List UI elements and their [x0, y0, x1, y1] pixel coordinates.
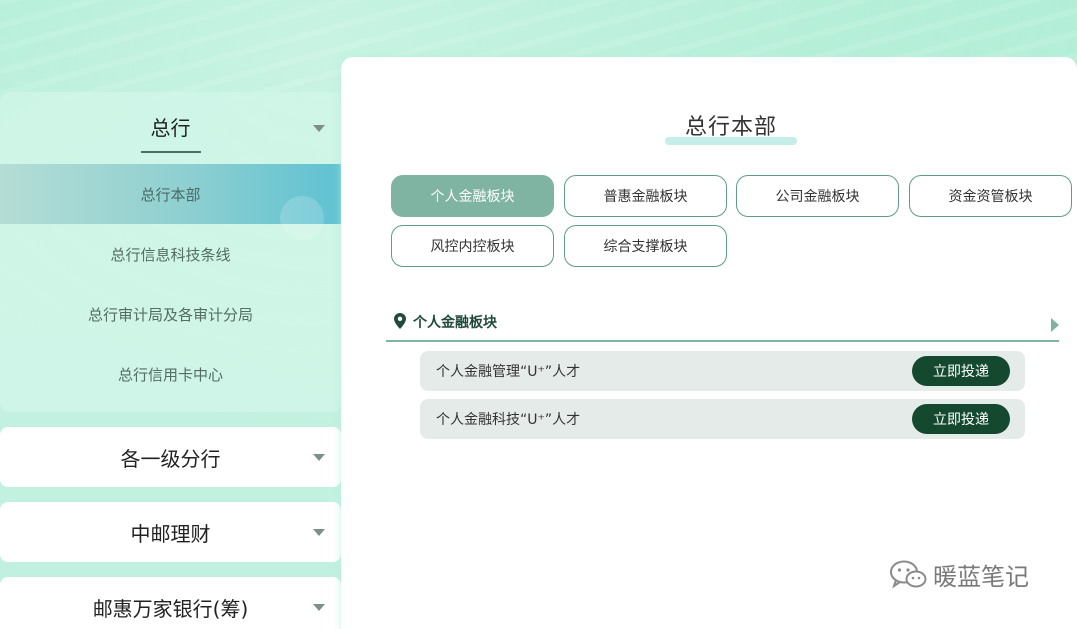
sidebar-group-header[interactable]: 总行: [0, 92, 341, 164]
page-title-wrap: 总行本部: [341, 109, 1077, 145]
job-row: 个人金融管理“U⁺”人才 立即投递: [420, 351, 1025, 391]
sidebar-group-headquarters: 总行 总行本部 总行信息科技条线 总行审计局及各审计分局 总行信用卡中心: [0, 92, 341, 412]
chevron-down-icon[interactable]: [313, 604, 325, 611]
section-title: 个人金融板块: [413, 315, 497, 331]
page-title: 总行本部: [664, 109, 798, 145]
job-row: 个人金融科技“U⁺”人才 立即投递: [420, 399, 1025, 439]
sidebar-item-hq-main[interactable]: 总行本部: [0, 164, 341, 240]
sidebar-group-label: 中邮理财: [130, 521, 211, 546]
wechat-icon: [890, 560, 927, 588]
chevron-down-icon[interactable]: [313, 125, 325, 132]
watermark: 暖蓝笔记: [889, 557, 1029, 592]
tab-personal-finance[interactable]: 个人金融板块: [391, 175, 554, 217]
chevron-down-icon[interactable]: [313, 454, 325, 461]
sidebar-group-label: 邮惠万家银行(筹): [92, 596, 249, 621]
sidebar-group-branches[interactable]: 各一级分行: [0, 427, 341, 487]
sidebar-item-label: 总行信息科技条线: [110, 245, 231, 264]
sidebar-group-youhui[interactable]: 邮惠万家银行(筹): [0, 577, 341, 629]
sidebar-group-label: 各一级分行: [120, 446, 221, 471]
sidebar-item-hq-credit-card[interactable]: 总行信用卡中心: [0, 344, 341, 404]
main-panel: 总行本部 个人金融板块 普惠金融板块 公司金融板块 资金资管板块 风控内控板块 …: [341, 57, 1077, 629]
sidebar-item-label: 总行审计局及各审计分局: [87, 305, 253, 324]
sidebar-item-hq-it[interactable]: 总行信息科技条线: [0, 224, 341, 284]
tab-general-support[interactable]: 综合支撑板块: [564, 225, 727, 267]
sidebar-item-label: 总行信用卡中心: [117, 365, 223, 384]
tab-risk-control[interactable]: 风控内控板块: [391, 225, 554, 267]
sidebar-item-label: 总行本部: [140, 185, 201, 204]
tab-inclusive-finance[interactable]: 普惠金融板块: [564, 175, 727, 217]
job-title: 个人金融管理“U⁺”人才: [436, 364, 581, 380]
location-pin-icon: [394, 313, 406, 329]
apply-button[interactable]: 立即投递: [912, 356, 1010, 386]
tab-asset-management[interactable]: 资金资管板块: [909, 175, 1072, 217]
job-title: 个人金融科技“U⁺”人才: [436, 412, 581, 428]
chevron-down-icon[interactable]: [313, 529, 325, 536]
sidebar-group-title: 总行: [140, 112, 201, 153]
apply-button[interactable]: 立即投递: [912, 404, 1010, 434]
tab-corporate-finance[interactable]: 公司金融板块: [736, 175, 899, 217]
watermark-text: 暖蓝笔记: [933, 563, 1029, 591]
chevron-right-icon[interactable]: [1051, 318, 1059, 332]
sidebar-item-hq-audit[interactable]: 总行审计局及各审计分局: [0, 284, 341, 344]
sidebar: 总行 总行本部 总行信息科技条线 总行审计局及各审计分局 总行信用卡中心 各一级…: [0, 92, 341, 629]
sidebar-group-wealth[interactable]: 中邮理财: [0, 502, 341, 562]
section-header[interactable]: 个人金融板块: [386, 310, 1059, 342]
